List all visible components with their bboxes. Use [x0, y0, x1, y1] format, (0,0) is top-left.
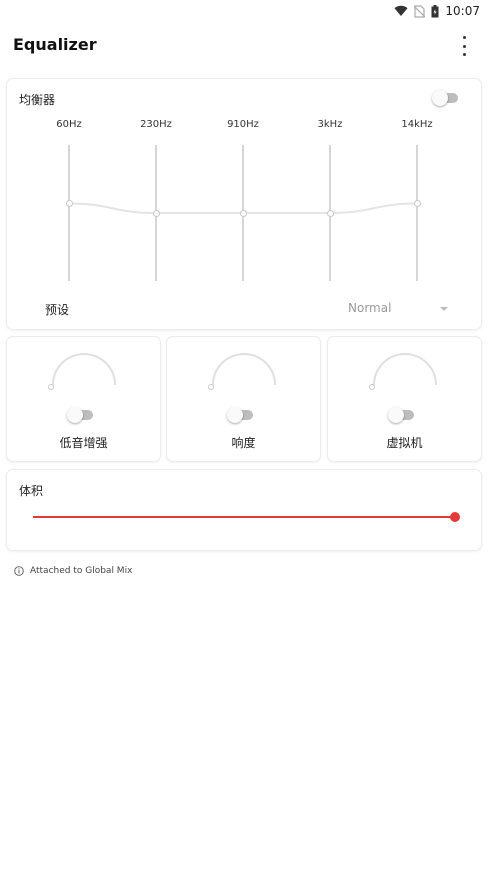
eq-response-curve — [68, 202, 418, 215]
toggle-thumb — [227, 407, 243, 423]
status-time: 10:07 — [445, 4, 480, 18]
status-icons: 10:07 — [394, 2, 480, 20]
band-slider-thumb[interactable] — [239, 209, 247, 217]
equalizer-card: 均衡器 60Hz 230Hz 910Hz 3kHz 14kHz 预设 Norma… — [7, 79, 481, 329]
dropdown-arrow-icon — [440, 307, 448, 311]
loudness-toggle[interactable] — [227, 407, 255, 423]
app-bar: Equalizer — [0, 22, 488, 70]
global-mix-text: Attached to Global Mix — [30, 566, 133, 576]
wifi-icon — [394, 5, 408, 17]
toggle-thumb — [388, 407, 404, 423]
toggle-thumb — [67, 407, 83, 423]
loudness-label: 响度 — [231, 436, 256, 450]
loudness-dial[interactable] — [207, 351, 281, 391]
bass-boost-card: 低音增强 — [7, 337, 160, 461]
bass-boost-dial[interactable] — [47, 351, 121, 391]
volume-title: 体积 — [19, 484, 44, 498]
preset-dropdown[interactable]: Normal — [348, 301, 448, 317]
preset-value: Normal — [348, 301, 392, 315]
bass-boost-label: 低音增强 — [59, 436, 108, 450]
no-sim-icon — [414, 4, 426, 18]
status-bar: 10:07 — [0, 0, 488, 22]
more-vert-icon[interactable] — [458, 36, 470, 56]
band-slider-thumb[interactable] — [413, 199, 421, 207]
info-icon — [14, 566, 24, 576]
global-mix-note: Attached to Global Mix — [14, 565, 132, 577]
loudness-card: 响度 — [167, 337, 320, 461]
menu-dot — [462, 36, 466, 39]
bass-boost-toggle[interactable] — [67, 407, 95, 423]
band-slider-thumb[interactable] — [152, 209, 160, 217]
volume-card: 体积 — [7, 470, 481, 550]
app-title: Equalizer — [13, 35, 97, 54]
virtualizer-toggle[interactable] — [388, 407, 416, 423]
virtualizer-card: 虚拟机 — [328, 337, 481, 461]
battery-icon — [431, 4, 439, 17]
preset-label: 预设 — [45, 303, 70, 317]
volume-slider-track[interactable] — [33, 516, 455, 518]
virtualizer-label: 虚拟机 — [386, 436, 423, 450]
volume-slider-thumb[interactable] — [450, 512, 460, 522]
virtualizer-dial[interactable] — [368, 351, 442, 391]
menu-dot — [462, 53, 466, 56]
band-slider-thumb[interactable] — [326, 209, 334, 217]
menu-dot — [462, 44, 466, 48]
band-slider-thumb[interactable] — [65, 199, 73, 207]
